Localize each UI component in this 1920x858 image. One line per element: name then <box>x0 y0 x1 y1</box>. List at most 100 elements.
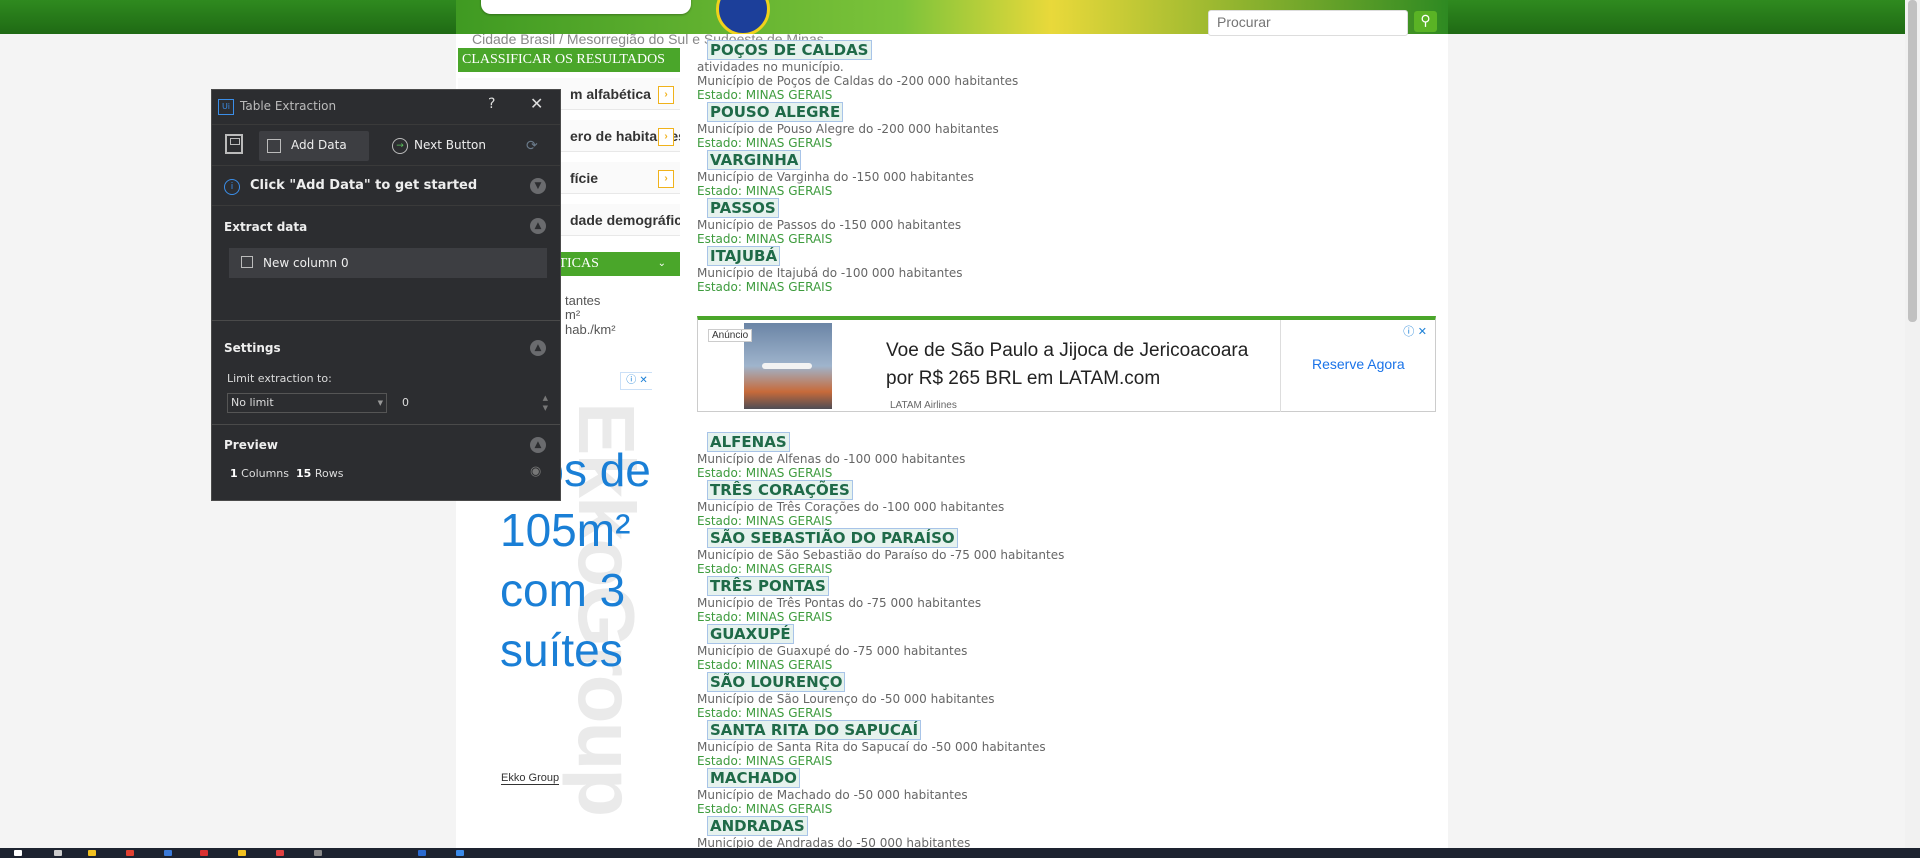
extract-data-title: Extract data <box>224 220 308 234</box>
city-link[interactable]: ANDRADAS <box>707 816 808 836</box>
info-bar[interactable]: i Click "Add Data" to get started ▼ <box>212 166 560 206</box>
chevron-right-icon: › <box>658 170 674 188</box>
ad-info-close-icon[interactable]: ⓘ ✕ <box>1403 323 1427 339</box>
page-scrollbar[interactable] <box>1905 0 1920 850</box>
app-icon[interactable] <box>314 850 322 856</box>
folder-icon[interactable] <box>88 850 96 856</box>
list-item: MACHADO Município de Machado do -50 000 … <box>697 768 1437 816</box>
limit-select[interactable]: No limit ▼ <box>227 393 387 413</box>
next-button-button[interactable]: → Next Button <box>380 131 490 161</box>
chevron-up-icon[interactable]: ▲ <box>530 437 546 453</box>
spinner-icon[interactable]: ▲ ▼ <box>543 393 548 413</box>
ad-advertiser: LATAM Airlines <box>890 400 957 411</box>
ad-headline-line2[interactable]: por R$ 265 BRL em LATAM.com <box>886 368 1160 390</box>
results-list-bottom: ALFENAS Município de Alfenas do -100 000… <box>697 432 1437 850</box>
search-icon[interactable] <box>54 850 62 856</box>
browser-icon[interactable] <box>126 850 134 856</box>
column-item[interactable]: New column 0 <box>229 248 547 278</box>
uipath-icon[interactable] <box>456 850 464 856</box>
chevron-up-icon[interactable]: ▲ <box>530 340 546 356</box>
uipath-logo-icon: Ui <box>218 99 234 115</box>
app-icon[interactable] <box>276 850 284 856</box>
city-state: Estado: MINAS GERAIS <box>697 562 833 576</box>
add-data-button[interactable]: Add Data <box>259 131 369 161</box>
list-item: SÃO LOURENÇO Município de São Lourenço d… <box>697 672 1437 720</box>
ad-headline-line1[interactable]: Voe de São Paulo a Jijoca de Jericoacoar… <box>886 340 1248 362</box>
scrollbar-thumb[interactable] <box>1908 0 1917 322</box>
city-link[interactable]: POUSO ALEGRE <box>707 102 844 122</box>
rows-word: Rows <box>314 467 344 480</box>
city-link[interactable]: PASSOS <box>707 198 779 218</box>
settings-title: Settings <box>224 341 281 355</box>
city-state: Estado: MINAS GERAIS <box>697 514 833 528</box>
eye-icon[interactable]: ◉ <box>530 464 541 479</box>
column-name: New column 0 <box>263 256 349 270</box>
banner-advertisement[interactable]: Anúncio Voe de São Paulo a Jijoca de Jer… <box>697 316 1436 412</box>
city-description: Município de Pouso Alegre do -200 000 ha… <box>697 122 999 136</box>
city-link[interactable]: VARGINHA <box>707 150 802 170</box>
city-link[interactable]: TRÊS PONTAS <box>707 576 829 596</box>
list-item: POÇOS DE CALDAS atividades no município.… <box>697 40 1437 102</box>
search-box[interactable] <box>1208 10 1408 36</box>
city-state: Estado: MINAS GERAIS <box>697 802 833 816</box>
window-titlebar[interactable]: Ui Table Extraction ? ✕ <box>212 90 560 124</box>
ad-info-close-icon[interactable]: ⓘ ✕ <box>620 372 652 390</box>
sort-item-label: m alfabética <box>570 86 651 102</box>
panel-toolbar: Add Data → Next Button ⟳ <box>212 124 560 166</box>
help-button[interactable]: ? <box>488 96 495 112</box>
city-link[interactable]: TRÊS CORAÇÕES <box>707 480 853 500</box>
close-button[interactable]: ✕ <box>530 94 543 113</box>
limit-number-input[interactable]: 0 ▲ ▼ <box>398 393 552 413</box>
app-icon[interactable] <box>418 850 426 856</box>
city-link[interactable]: SÃO SEBASTIÃO DO PARAÍSO <box>707 528 958 548</box>
save-icon[interactable] <box>225 134 243 154</box>
city-state: Estado: MINAS GERAIS <box>697 754 833 768</box>
preview-title: Preview <box>224 438 279 452</box>
columns-count: 1 <box>230 467 238 480</box>
city-link[interactable]: SÃO LOURENÇO <box>707 672 846 692</box>
city-description: Município de Machado do -50 000 habitant… <box>697 788 968 802</box>
refresh-icon[interactable]: ⟳ <box>526 138 538 154</box>
list-item: VARGINHA Município de Varginha do -150 0… <box>697 150 1437 198</box>
app-icon[interactable] <box>200 850 208 856</box>
window-title: Table Extraction <box>240 99 337 113</box>
city-description: Município de São Lourenço do -50 000 hab… <box>697 692 995 706</box>
search-button[interactable]: ⚲ <box>1414 11 1437 32</box>
city-description: Município de Guaxupé do -75 000 habitant… <box>697 644 968 658</box>
chevron-up-icon[interactable]: ▲ <box>530 218 546 234</box>
city-link[interactable]: ALFENAS <box>707 432 790 452</box>
list-item: ALFENAS Município de Alfenas do -100 000… <box>697 432 1437 480</box>
city-description: Município de Varginha do -150 000 habita… <box>697 170 974 184</box>
city-link[interactable]: POÇOS DE CALDAS <box>707 40 872 60</box>
sort-results-header: CLASSIFICAR OS RESULTADOS <box>458 48 680 72</box>
city-link[interactable]: MACHADO <box>707 768 800 788</box>
city-description: Município de Itajubá do -100 000 habitan… <box>697 266 963 280</box>
city-link[interactable]: SANTA RITA DO SAPUCAÍ <box>707 720 922 740</box>
sort-item-label: fície <box>570 170 599 186</box>
divider <box>212 320 560 321</box>
next-button-label: Next Button <box>414 138 486 152</box>
list-item: SANTA RITA DO SAPUCAÍ Município de Santa… <box>697 720 1437 768</box>
browser-page: ⚲ Cidade Brasil / Mesorregião do Sul e S… <box>0 0 1920 858</box>
city-state: Estado: MINAS GERAIS <box>697 610 833 624</box>
preview-counts: 1 Columns 15 Rows <box>230 467 343 480</box>
city-link[interactable]: ITAJUBÁ <box>707 246 781 266</box>
chevron-right-icon: › <box>658 86 674 104</box>
city-link[interactable]: GUAXUPÉ <box>707 624 794 644</box>
chevron-down-icon[interactable]: ▼ <box>530 178 546 194</box>
city-description: Município de São Sebastião do Paraíso do… <box>697 548 1065 562</box>
ad-brand-link[interactable]: Ekko Group <box>501 772 560 785</box>
info-icon: i <box>224 179 240 195</box>
search-input[interactable] <box>1209 11 1405 33</box>
next-arrow-icon: → <box>392 138 408 154</box>
start-icon[interactable] <box>14 850 22 856</box>
app-icon[interactable] <box>164 850 172 856</box>
city-description: Município de Três Corações do -100 000 h… <box>697 500 1005 514</box>
city-state: Estado: MINAS GERAIS <box>697 658 833 672</box>
city-state: Estado: MINAS GERAIS <box>697 706 833 720</box>
reserve-button[interactable]: Reserve Agora <box>1312 356 1405 372</box>
add-data-label: Add Data <box>291 138 347 152</box>
add-data-icon <box>267 139 281 153</box>
taskbar <box>0 848 1920 858</box>
app-icon[interactable] <box>238 850 246 856</box>
